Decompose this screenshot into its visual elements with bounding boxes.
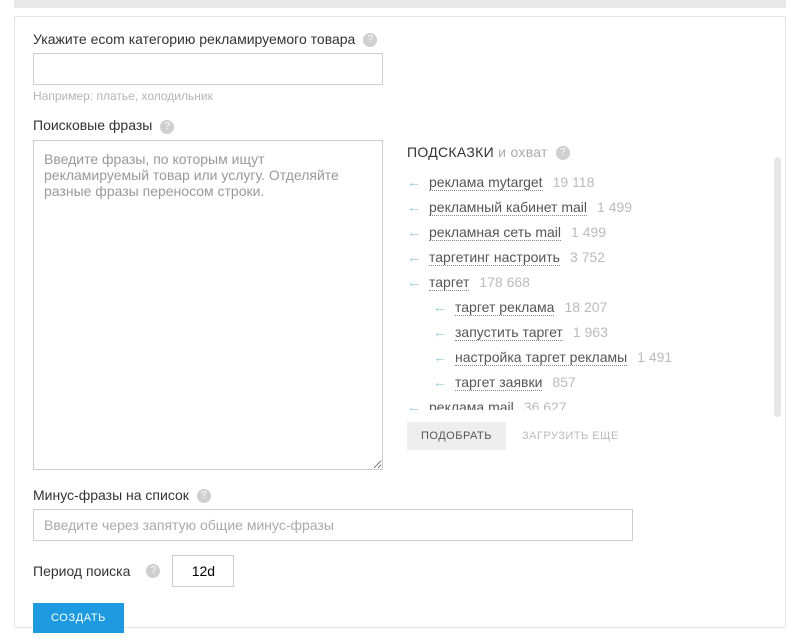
suggestion-row: ← таргет 178 668 [407,270,767,295]
suggestion-row: ← запустить таргет 1 963 [407,320,767,345]
pick-button[interactable]: ПОДОБРАТЬ [407,422,506,450]
arrow-left-icon[interactable]: ← [433,374,449,390]
form-panel: Укажите ecom категорию рекламируемого то… [14,16,786,628]
suggestion-phrase[interactable]: таргет [429,274,469,291]
ecom-category-hint: Например: платье, холодильник [33,89,767,103]
suggestion-count: 1 963 [573,324,608,340]
minus-phrases-input[interactable] [33,509,633,541]
period-row: Период поиска ? [33,555,767,587]
suggestion-row: ← реклама mytarget 19 118 [407,170,767,195]
help-icon[interactable]: ? [146,564,160,578]
suggestion-count: 178 668 [479,274,530,290]
suggestion-row: ← таргет заявки 857 [407,370,767,395]
suggestion-phrase[interactable]: реклама mytarget [429,174,543,191]
load-more-button[interactable]: ЗАГРУЗИТЬ ЕЩЕ [522,430,619,442]
create-button[interactable]: СОЗДАТЬ [33,603,124,633]
suggestions-title-strong: ПОДСКАЗКИ [407,144,494,160]
scrollbar[interactable] [774,157,781,417]
suggestion-count: 3 752 [570,249,605,265]
period-input[interactable] [172,555,234,587]
suggestions-col: ПОДСКАЗКИ и охват ? ← реклама mytarget 19 … [407,140,767,473]
suggestion-count: 1 491 [637,349,672,365]
suggestion-count: 19 118 [553,174,595,190]
help-icon[interactable]: ? [363,33,377,47]
suggestion-phrase[interactable]: рекламная сеть mail [429,224,561,241]
window-topbar [14,0,786,8]
arrow-left-icon[interactable]: ← [433,349,449,365]
suggestion-count: 18 207 [564,299,607,315]
ecom-category-group: Укажите ecom категорию рекламируемого то… [33,31,767,103]
help-icon[interactable]: ? [197,489,211,503]
search-phrases-label-text: Поисковые фразы [33,117,152,133]
ecom-category-label-text: Укажите ecom категорию рекламируемого то… [33,31,355,47]
suggestion-row: ← рекламная сеть mail 1 499 [407,220,767,245]
arrow-left-icon[interactable]: ← [407,199,423,215]
arrow-left-icon[interactable]: ← [407,249,423,265]
suggestion-count: 1 499 [571,224,606,240]
suggestion-count: 857 [552,374,575,390]
minus-phrases-group: Минус-фразы на список ? [33,487,767,541]
suggestion-row: ← таргет реклама 18 207 [407,295,767,320]
period-label-text: Период поиска [33,563,130,579]
arrow-left-icon[interactable]: ← [407,399,423,410]
arrow-left-icon[interactable]: ← [407,224,423,240]
help-icon[interactable]: ? [556,146,570,160]
arrow-left-icon[interactable]: ← [407,174,423,190]
suggestion-phrase[interactable]: таргетинг настроить [429,249,560,266]
suggestion-phrase[interactable]: реклама mail [429,399,514,410]
suggestion-row: ← реклама mail 36 627 [407,395,767,410]
search-phrases-textarea[interactable] [33,140,383,470]
suggestion-row: ← таргетинг настроить 3 752 [407,245,767,270]
minus-phrases-label: Минус-фразы на список ? [33,487,767,503]
suggestions-actions: ПОДОБРАТЬ ЗАГРУЗИТЬ ЕЩЕ [407,422,767,450]
suggestions-list: ← реклама mytarget 19 118 ← рекламный кабине… [407,170,767,410]
suggestion-phrase[interactable]: таргет реклама [455,299,554,316]
suggestion-phrase[interactable]: рекламный кабинет mail [429,199,587,216]
search-left-col [33,140,383,473]
minus-phrases-label-text: Минус-фразы на список [33,487,189,503]
suggestion-count: 36 627 [524,399,567,410]
suggestions-header: ПОДСКАЗКИ и охват ? [407,140,767,160]
ecom-category-label: Укажите ecom категорию рекламируемого то… [33,31,767,47]
arrow-left-icon[interactable]: ← [433,299,449,315]
suggestion-row: ← настройка таргет рекламы 1 491 [407,345,767,370]
arrow-left-icon[interactable]: ← [407,274,423,290]
suggestions-title-muted: и охват [498,144,548,160]
suggestion-phrase[interactable]: настройка таргет рекламы [455,349,627,366]
search-phrases-label: Поисковые фразы ? [33,117,767,133]
suggestion-count: 1 499 [597,199,632,215]
help-icon[interactable]: ? [160,120,174,134]
suggestion-phrase[interactable]: таргет заявки [455,374,542,391]
search-phrases-group: Поисковые фразы ? ПОДСКАЗКИ и охват ? ← р… [33,117,767,472]
arrow-left-icon[interactable]: ← [433,324,449,340]
search-columns: ПОДСКАЗКИ и охват ? ← реклама mytarget 19 … [33,140,767,473]
suggestion-row: ← рекламный кабинет mail 1 499 [407,195,767,220]
suggestion-phrase[interactable]: запустить таргет [455,324,563,341]
ecom-category-input[interactable] [33,53,383,85]
